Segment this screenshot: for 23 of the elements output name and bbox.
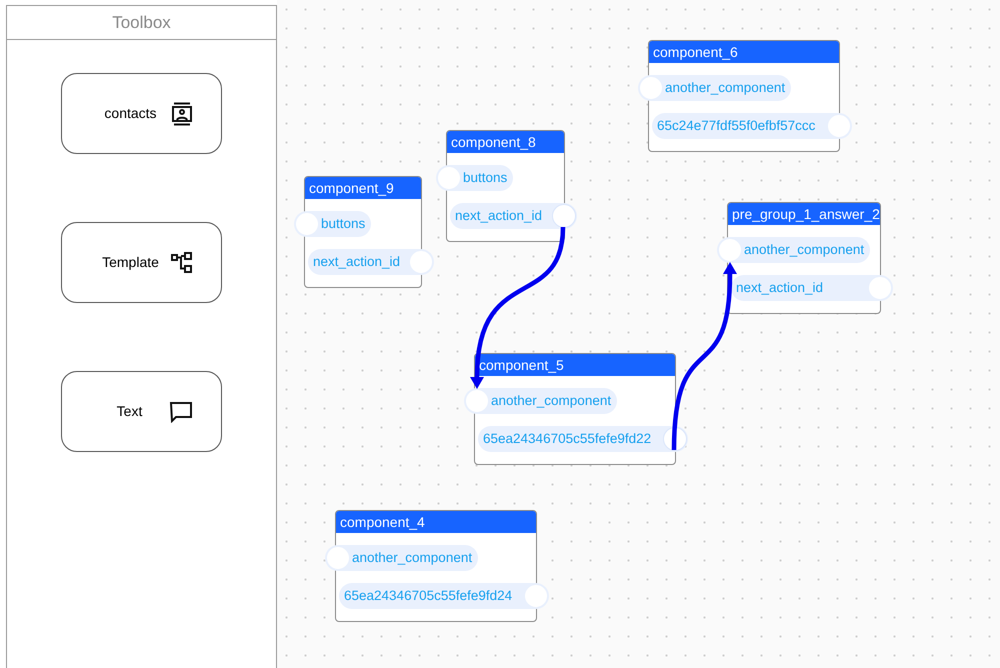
canvas[interactable]: [277, 0, 1000, 668]
port-handle[interactable]: [437, 166, 461, 190]
port-handle[interactable]: [295, 212, 319, 236]
panel-title: Toolbox: [7, 6, 276, 40]
tool-button[interactable]: Template: [61, 222, 222, 303]
node-title: component_5: [475, 354, 675, 376]
port-handle[interactable]: [326, 546, 350, 570]
chat-bubble-icon: [169, 400, 193, 422]
node-title: component_8: [447, 131, 564, 153]
node-title: component_9: [305, 177, 421, 199]
hierarchy-icon: [171, 252, 193, 274]
contact-card-icon: [171, 102, 193, 126]
tool-button[interactable]: Text: [61, 371, 222, 452]
tool-button[interactable]: contacts: [61, 73, 222, 154]
port-label: 65ea24346705c55fefe9fd22: [478, 426, 688, 452]
node-title: pre_group_1_answer_2: [728, 203, 880, 225]
port-handle[interactable]: [465, 389, 489, 413]
port-handle[interactable]: [639, 76, 663, 100]
port-label: 65ea24346705c55fefe9fd24: [339, 583, 549, 609]
node-title: component_4: [336, 511, 536, 533]
port-label: 65c24e77fdf55f0efbf57ccc: [652, 113, 852, 139]
port-handle[interactable]: [718, 238, 742, 262]
node-title: component_6: [649, 41, 839, 63]
